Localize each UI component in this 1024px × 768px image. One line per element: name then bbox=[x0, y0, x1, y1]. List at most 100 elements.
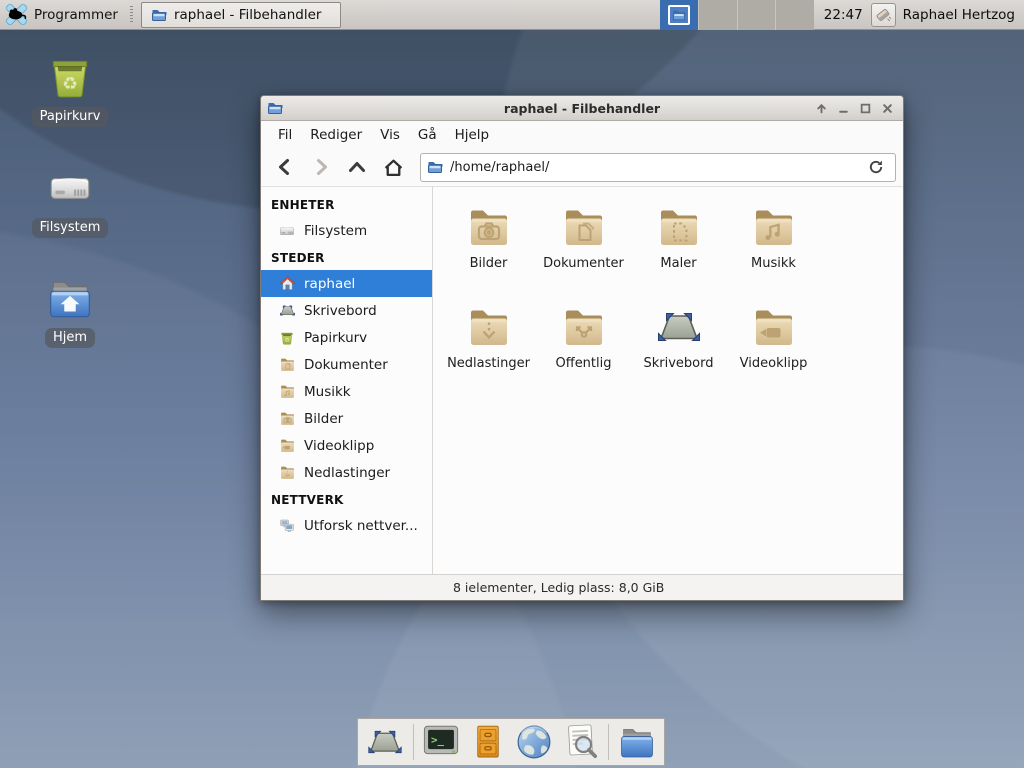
toolbar: /home/raphael/ bbox=[261, 148, 903, 187]
web-browser-icon bbox=[514, 722, 554, 762]
directory-menu-button[interactable] bbox=[616, 721, 658, 763]
terminal-icon bbox=[421, 722, 461, 762]
close-button[interactable] bbox=[876, 98, 898, 118]
file-item-documents[interactable]: Dokumenter bbox=[536, 200, 631, 300]
window-folder-icon bbox=[672, 8, 686, 22]
sidebar-item-label: Bilder bbox=[304, 411, 343, 427]
workspace-1[interactable] bbox=[660, 0, 699, 30]
menu-edit[interactable]: Rediger bbox=[301, 123, 371, 147]
sidebar-item-documents[interactable]: Dokumenter bbox=[261, 351, 432, 378]
directory-menu-icon bbox=[617, 722, 657, 762]
folder-documents-icon bbox=[560, 203, 608, 251]
sidebar-item-trash[interactable]: Papirkurv bbox=[261, 324, 432, 351]
trash-icon bbox=[278, 329, 296, 347]
menu-view[interactable]: Vis bbox=[371, 123, 409, 147]
sidebar-item-label: raphael bbox=[304, 276, 355, 292]
file-item-public[interactable]: Offentlig bbox=[536, 300, 631, 400]
sidebar-item-label: Videoklipp bbox=[304, 438, 374, 454]
menu-file[interactable]: Fil bbox=[269, 123, 301, 147]
search-launcher[interactable] bbox=[560, 721, 602, 763]
path-input[interactable]: /home/raphael/ bbox=[450, 160, 856, 175]
panel-clock[interactable]: 22:47 bbox=[824, 7, 863, 23]
sidebar-item-filesystem[interactable]: Filsystem bbox=[261, 217, 432, 244]
folder-templates-icon bbox=[655, 203, 703, 251]
sidebar-item-label: Dokumenter bbox=[304, 357, 388, 373]
file-item-downloads[interactable]: Nedlastinger bbox=[441, 300, 536, 400]
folder-downloads-icon bbox=[278, 464, 296, 482]
sidebar-item-pictures[interactable]: Bilder bbox=[261, 405, 432, 432]
folder-downloads-icon bbox=[465, 303, 513, 351]
shade-icon bbox=[816, 103, 827, 114]
sidebar-item-downloads[interactable]: Nedlastinger bbox=[261, 459, 432, 486]
home-button[interactable] bbox=[376, 152, 410, 182]
menu-help[interactable]: Hjelp bbox=[446, 123, 499, 147]
file-cabinet-launcher[interactable] bbox=[467, 721, 509, 763]
shade-button[interactable] bbox=[810, 98, 832, 118]
web-browser-launcher[interactable] bbox=[513, 721, 555, 763]
sidebar-item-browse-network[interactable]: Utforsk nettver... bbox=[261, 512, 432, 539]
sidebar-item-videos[interactable]: Videoklipp bbox=[261, 432, 432, 459]
sidebar-item-music[interactable]: Musikk bbox=[261, 378, 432, 405]
sidebar-item-desktop[interactable]: Skrivebord bbox=[261, 297, 432, 324]
xfce-logo-icon bbox=[5, 3, 28, 26]
terminal-launcher[interactable] bbox=[420, 721, 462, 763]
home-icon bbox=[383, 157, 404, 178]
file-item-label: Videoklipp bbox=[740, 356, 808, 371]
file-item-desktop[interactable]: Skrivebord bbox=[631, 300, 726, 400]
path-folder-icon bbox=[427, 159, 443, 175]
file-manager-window: raphael - Filbehandler bbox=[260, 95, 904, 601]
file-item-label: Nedlastinger bbox=[447, 356, 530, 371]
sidebar: ENHETER Filsystem STEDER raphael Skriveb… bbox=[261, 187, 433, 574]
desktop-icon-label: Hjem bbox=[45, 328, 95, 348]
files-view[interactable]: Bilder Dokumenter Maler Musikk Nedlastin… bbox=[433, 187, 903, 574]
home-icon bbox=[278, 275, 296, 293]
workspace-4[interactable] bbox=[775, 0, 814, 30]
applications-menu-label: Programmer bbox=[34, 7, 118, 23]
desktop-icon-trash[interactable]: Papirkurv bbox=[24, 52, 116, 127]
file-item-label: Musikk bbox=[751, 256, 796, 271]
file-item-label: Maler bbox=[660, 256, 696, 271]
sidebar-item-raphael[interactable]: raphael bbox=[261, 270, 432, 297]
applications-menu-button[interactable]: Programmer bbox=[0, 0, 126, 29]
refresh-button[interactable] bbox=[863, 154, 889, 180]
forward-icon bbox=[311, 157, 331, 177]
titlebar[interactable]: raphael - Filbehandler bbox=[261, 96, 903, 121]
folder-music-icon bbox=[278, 383, 296, 401]
taskbar-window-button[interactable]: raphael - Filbehandler bbox=[141, 2, 341, 28]
screensaver-button[interactable] bbox=[871, 3, 896, 27]
panel-username: Raphael Hertzog bbox=[903, 7, 1015, 23]
desktop: Programmer raphael - Filbehandler 22:47 bbox=[0, 0, 1024, 768]
dock-separator bbox=[608, 724, 609, 760]
sidebar-item-label: Papirkurv bbox=[304, 330, 367, 346]
sidebar-header-network: NETTVERK bbox=[261, 486, 432, 512]
location-bar[interactable]: /home/raphael/ bbox=[420, 153, 896, 182]
desktop-icon-home[interactable]: Hjem bbox=[24, 273, 116, 348]
up-button[interactable] bbox=[340, 152, 374, 182]
workspace-switcher bbox=[660, 0, 814, 30]
search-document-icon bbox=[561, 722, 601, 762]
minimize-button[interactable] bbox=[832, 98, 854, 118]
file-item-templates[interactable]: Maler bbox=[631, 200, 726, 300]
desktop-icon-filesystem[interactable]: Filsystem bbox=[24, 163, 116, 238]
show-desktop-button[interactable] bbox=[364, 721, 406, 763]
statusbar-text: 8 ielementer, Ledig plass: 8,0 GiB bbox=[453, 580, 664, 595]
file-item-videos[interactable]: Videoklipp bbox=[726, 300, 821, 400]
taskbar-window-title: raphael - Filbehandler bbox=[174, 7, 321, 23]
sidebar-item-label: Skrivebord bbox=[304, 303, 377, 319]
statusbar: 8 ielementer, Ledig plass: 8,0 GiB bbox=[261, 574, 903, 600]
workspace-3[interactable] bbox=[737, 0, 776, 30]
forward-button[interactable] bbox=[304, 152, 338, 182]
menubar: Fil Rediger Vis Gå Hjelp bbox=[261, 121, 903, 148]
file-item-pictures[interactable]: Bilder bbox=[441, 200, 536, 300]
harddrive-icon bbox=[278, 222, 296, 240]
maximize-button[interactable] bbox=[854, 98, 876, 118]
show-desktop-icon bbox=[366, 723, 404, 761]
window-title: raphael - Filbehandler bbox=[261, 101, 903, 116]
sidebar-header-devices: ENHETER bbox=[261, 191, 432, 217]
network-icon bbox=[278, 517, 296, 535]
file-item-music[interactable]: Musikk bbox=[726, 200, 821, 300]
workspace-2[interactable] bbox=[698, 0, 737, 30]
trash-icon bbox=[45, 52, 95, 102]
back-button[interactable] bbox=[268, 152, 302, 182]
menu-go[interactable]: Gå bbox=[409, 123, 446, 147]
